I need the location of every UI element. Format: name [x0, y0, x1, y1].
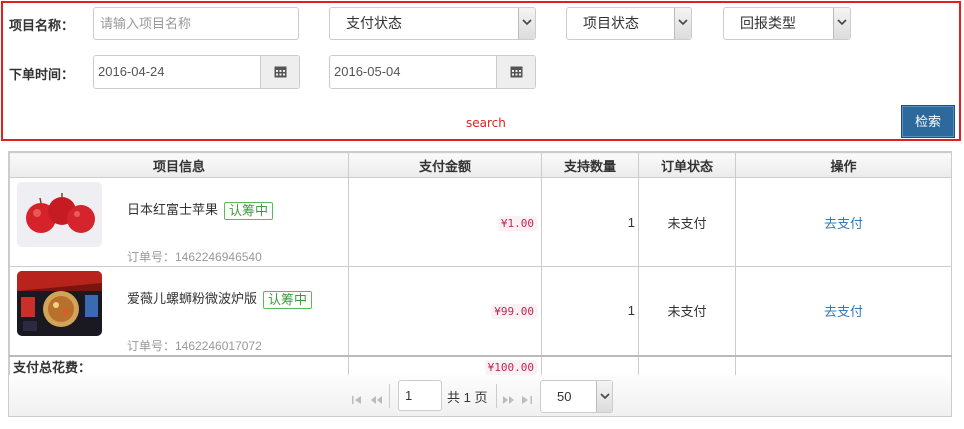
column-header-amount[interactable]: 支付金额	[348, 152, 542, 178]
empty-cell	[541, 354, 639, 377]
page-number-input[interactable]: 1	[398, 380, 442, 411]
column-header-order-status[interactable]: 订单状态	[638, 152, 736, 178]
empty-cell	[735, 354, 952, 377]
chevron-down-icon	[518, 8, 535, 39]
search-panel: 项目名称： 支付状态 项目状态 回报类型 下单时间： 2016-04-24 20…	[1, 1, 961, 141]
reward-type-select[interactable]: 回报类型	[723, 7, 851, 40]
product-name-text: 爱薇儿螺蛳粉微波炉版	[127, 291, 258, 306]
table-header-row: 项目信息 支付金额 支持数量 订单状态 操作	[9, 152, 952, 178]
calendar-icon[interactable]	[496, 56, 535, 88]
project-info-cell: 爱薇儿螺蛳粉微波炉版 认筹中 订单号：1462246017072	[9, 266, 349, 356]
column-header-action[interactable]: 操作	[735, 152, 952, 178]
date-from-picker[interactable]: 2016-04-24	[93, 55, 300, 89]
order-number: 订单号：1462246946540	[127, 250, 262, 264]
page-count-text: 共 1 页	[447, 390, 488, 405]
pay-link[interactable]: 去支付	[824, 304, 863, 319]
chevron-down-icon	[596, 381, 612, 412]
column-header-project-info[interactable]: 项目信息	[9, 152, 349, 178]
pay-status-select-value: 支付状态	[346, 15, 402, 31]
action-cell: 去支付	[735, 177, 952, 267]
search-button[interactable]: 检索	[901, 105, 955, 138]
total-label: 支付总花费：	[9, 354, 349, 377]
total-row: 支付总花费： ¥100.00	[9, 354, 952, 377]
total-amount-value: ¥100.00	[484, 359, 537, 375]
project-name-input[interactable]	[93, 7, 299, 40]
amount-cell: ¥99.00	[348, 266, 542, 356]
product-name[interactable]: 日本红富士苹果 认筹中	[127, 199, 274, 220]
pay-status-select[interactable]: 支付状态	[329, 7, 536, 40]
amount-cell: ¥1.00	[348, 177, 542, 267]
last-page-icon[interactable]	[522, 392, 532, 407]
calendar-icon[interactable]	[260, 56, 299, 88]
order-time-label: 下单时间：	[9, 67, 75, 82]
table-row: 爱薇儿螺蛳粉微波炉版 认筹中 订单号：1462246017072 ¥99.00 1…	[9, 266, 952, 356]
order-status-cell: 未支付	[638, 177, 736, 267]
previous-page-icon[interactable]	[371, 392, 382, 407]
pagination-bar: 1 共 1 页 50	[8, 375, 952, 417]
empty-cell	[638, 354, 736, 377]
table-row: 日本红富士苹果 认筹中 订单号：1462246946540 ¥1.00 1 未支付…	[9, 177, 952, 267]
chevron-down-icon	[833, 8, 850, 39]
product-name[interactable]: 爱薇儿螺蛳粉微波炉版 认筹中	[127, 288, 313, 309]
page-size-select[interactable]: 50	[540, 380, 613, 413]
chevron-down-icon	[674, 8, 691, 39]
order-number: 订单号：1462246017072	[127, 339, 262, 353]
order-status-cell: 未支付	[638, 266, 736, 356]
pager-divider	[496, 384, 497, 408]
first-page-icon[interactable]	[352, 392, 362, 407]
pager-divider	[389, 384, 390, 408]
product-name-text: 日本红富士苹果	[127, 202, 219, 217]
date-from-value: 2016-04-24	[98, 64, 165, 79]
orders-table: 项目信息 支付金额 支持数量 订单状态 操作 日本红富士苹果 认筹中 订单号：1…	[8, 151, 952, 378]
status-badge: 认筹中	[263, 290, 313, 309]
amount-value: ¥1.00	[497, 215, 537, 231]
action-cell: 去支付	[735, 266, 952, 356]
column-header-quantity[interactable]: 支持数量	[541, 152, 639, 178]
quantity-cell: 1	[541, 266, 639, 356]
search-annotation: search	[466, 116, 506, 130]
pay-link[interactable]: 去支付	[824, 216, 863, 231]
date-to-value: 2016-05-04	[334, 64, 401, 79]
project-name-label: 项目名称：	[9, 18, 75, 33]
status-badge: 认筹中	[224, 201, 274, 220]
quantity-cell: 1	[541, 177, 639, 267]
total-amount-cell: ¥100.00	[348, 354, 542, 377]
project-info-cell: 日本红富士苹果 认筹中 订单号：1462246946540	[9, 177, 349, 267]
next-page-icon[interactable]	[503, 392, 514, 407]
date-to-picker[interactable]: 2016-05-04	[329, 55, 536, 89]
apple-photo-icon	[17, 182, 102, 247]
project-status-select[interactable]: 项目状态	[566, 7, 692, 40]
reward-type-select-value: 回报类型	[740, 15, 796, 31]
project-status-select-value: 项目状态	[583, 15, 639, 31]
amount-value: ¥99.00	[491, 304, 537, 320]
page-size-value: 50	[557, 389, 572, 404]
noodle-photo-icon	[17, 271, 102, 336]
